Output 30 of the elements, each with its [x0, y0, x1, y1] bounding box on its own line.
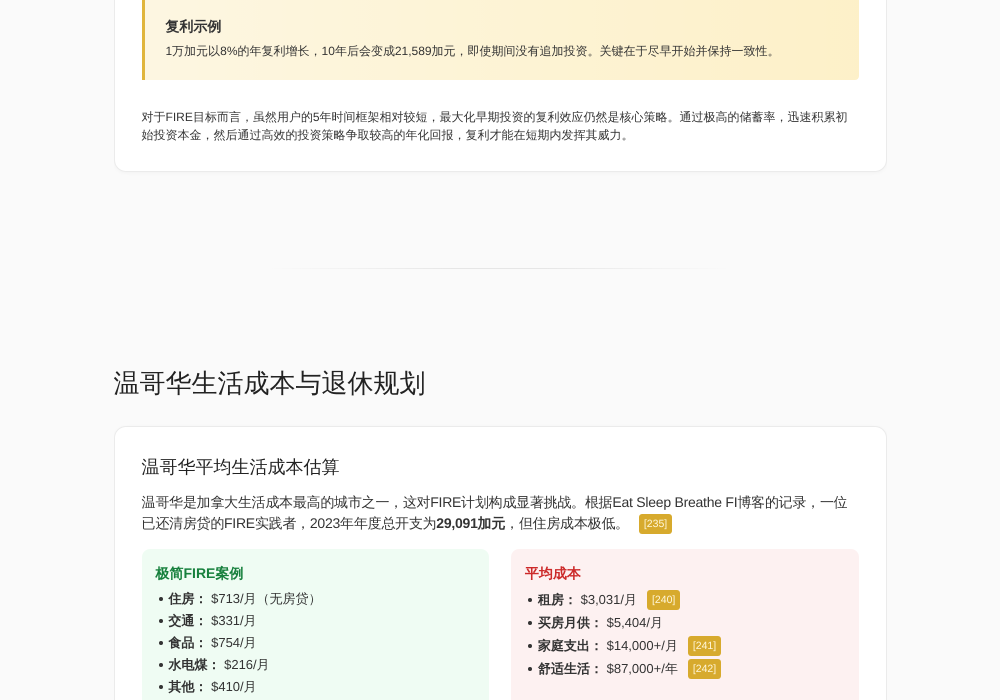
callout-text: 1万加元以8%的年复利增长，10年后会变成21,589加元，即使期间没有追加投资。关键在于尽早开始并保持一致性。 — [166, 43, 780, 60]
bullet-icon — [528, 598, 532, 602]
list-item-text: 买房月供： $5,404/月 — [538, 614, 663, 632]
section-heading: 温哥华生活成本与退休规划 — [114, 368, 426, 401]
paragraph: 温哥华是加拿大生活成本最高的城市之一，这对FIRE计划构成显著挑战。根据Eat Sleep Breathe FI博客的记录，一位已还清房贷的FIRE实践者，2023年年度总开支为29,091加元，但住房成本极低。 [235] — [142, 492, 858, 534]
list-item-text: 舒适生活： $87,000+/年 — [538, 660, 678, 678]
callout-title: 复利示例 — [166, 17, 222, 36]
card-title: 温哥华平均生活成本估算 — [142, 457, 340, 478]
list-item-text: 租房： $3,031/月 — [538, 591, 637, 610]
list-item-text: 家庭支出： $14,000+/月 — [538, 636, 678, 655]
citation-link[interactable]: [240] — [647, 590, 680, 610]
citation-link[interactable]: [235] — [638, 514, 672, 534]
paragraph: 对于FIRE目标而言，虽然用户的5年时间框架相对较短，最大化早期投资的复利效应仍然是核心策略。通过极高的储蓄率，迅速积累初始投资本金，然后通过高效的投资策略争取较高的年化回报，复利才能在短期内发挥其威力。 — [142, 109, 849, 144]
panel-title: 极简FIRE案例 — [156, 564, 244, 584]
list-item-text: 食品： $754/月 — [168, 634, 257, 652]
citation-link[interactable]: [241] — [688, 636, 722, 656]
bullet-icon — [158, 641, 162, 646]
list-item-text: 交通： $331/月 — [168, 612, 257, 630]
list-item-text: 水电煤： $216/月 — [168, 656, 270, 674]
bullet-icon — [158, 597, 162, 602]
bullet-icon — [158, 663, 162, 668]
citation-link[interactable]: [242] — [688, 659, 722, 680]
bullet-icon — [158, 619, 162, 624]
bullet-icon — [528, 620, 532, 625]
panel-title: 平均成本 — [525, 564, 581, 584]
bullet-icon — [528, 644, 532, 648]
bullet-icon — [158, 685, 162, 690]
list-item-text: 其他： $410/月 — [168, 678, 257, 696]
bullet-icon — [528, 667, 532, 672]
list-item-text: 住房： $713/月（无房贷） — [168, 590, 322, 608]
